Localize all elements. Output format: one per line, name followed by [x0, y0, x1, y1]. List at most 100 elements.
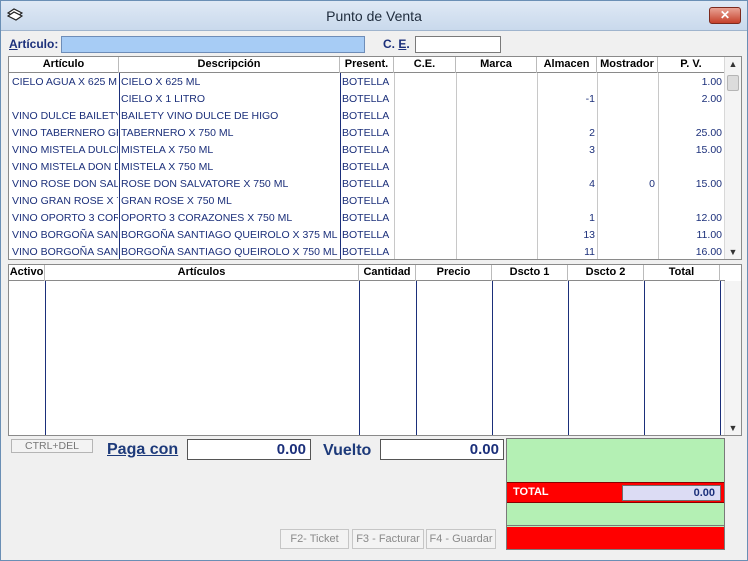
cell-ce: [396, 176, 454, 192]
cell-almacen: [539, 193, 595, 209]
cell-articulo: VINO BORGOÑA SAN: [12, 229, 118, 241]
table-row[interactable]: CIELO AGUA X 625 M CIELO X 625 ML BOTELLA 1…: [9, 73, 725, 90]
cell-marca: [458, 244, 535, 260]
status-strip: [507, 504, 724, 526]
col-activo[interactable]: Activo: [9, 265, 45, 281]
ce-input[interactable]: [415, 36, 501, 53]
table-row[interactable]: VINO TABERNERO GR TABERNERO X 750 ML BOTEL…: [9, 124, 725, 141]
guardar-button[interactable]: F4 - Guardar: [426, 529, 496, 549]
close-button[interactable]: ✕: [709, 7, 741, 24]
cell-pv: 1.00: [701, 76, 722, 88]
product-grid[interactable]: Artículo Descripción Present. C.E. Marca…: [8, 56, 742, 260]
cell-almacen: [539, 108, 595, 124]
scroll-thumb[interactable]: [727, 75, 739, 91]
cell-marca: [458, 159, 535, 175]
col-ce[interactable]: C.E.: [394, 57, 456, 73]
cell-present: BOTELLA: [342, 110, 390, 122]
table-row[interactable]: VINO BORGOÑA SAN BORGOÑA SANTIAGO QUEIROL…: [9, 226, 725, 243]
scroll-down-icon[interactable]: ▼: [725, 247, 741, 257]
table-row[interactable]: VINO DULCE BAILETY BAILETY VINO DULCE DE …: [9, 107, 725, 124]
cell-mostrador: [599, 108, 655, 124]
cell-almacen: [539, 159, 595, 175]
ticket-button[interactable]: F2- Ticket: [280, 529, 349, 549]
cell-descripcion: CIELO X 1 LITRO: [121, 93, 206, 105]
cell-almacen: 13: [583, 229, 595, 241]
cell-descripcion: MISTELA X 750 ML: [121, 161, 214, 173]
alert-strip: [507, 527, 724, 549]
col-dscto1[interactable]: Dscto 1: [492, 265, 568, 281]
cell-mostrador: [599, 125, 655, 141]
window-title: Punto de Venta: [326, 8, 422, 24]
col-articulos[interactable]: Artículos: [45, 265, 359, 281]
col-dscto2[interactable]: Dscto 2: [568, 265, 644, 281]
product-scrollbar[interactable]: ▲ ▼: [724, 57, 741, 259]
cell-articulo: VINO MISTELA DON D: [12, 161, 118, 173]
cell-pv: 16.00: [695, 246, 722, 258]
cell-marca: [458, 125, 535, 141]
title-bar[interactable]: Punto de Venta ✕: [1, 1, 747, 31]
col-divider: [568, 281, 569, 435]
cell-ce: [396, 108, 454, 124]
cell-articulo: VINO TABERNERO GR: [12, 127, 118, 139]
col-pv[interactable]: P. V.: [658, 57, 725, 73]
vuelto-label: Vuelto: [323, 442, 372, 459]
cart-scrollbar[interactable]: ▼: [724, 281, 741, 435]
table-row[interactable]: CIELO X 1 LITRO BOTELLA -1 2.00: [9, 90, 725, 107]
cell-mostrador: [599, 244, 655, 260]
col-mostrador[interactable]: Mostrador: [597, 57, 658, 73]
cell-descripcion: MISTELA X 750 ML: [121, 144, 214, 156]
cell-ce: [396, 74, 454, 90]
col-articulo[interactable]: Artículo: [9, 57, 119, 73]
cell-mostrador: 0: [649, 178, 655, 190]
cell-almacen: 4: [589, 178, 595, 190]
col-descripcion[interactable]: Descripción: [119, 57, 340, 73]
cell-articulo: VINO ROSE DON SAL: [12, 178, 118, 190]
pos-window: Punto de Venta ✕ Artículo: C. E. Artícul…: [0, 0, 748, 561]
paga-con-field[interactable]: 0.00: [187, 439, 311, 460]
cell-marca: [458, 74, 535, 90]
cell-present: BOTELLA: [342, 246, 390, 258]
cell-pv: 12.00: [695, 212, 722, 224]
cell-present: BOTELLA: [342, 76, 390, 88]
cell-mostrador: [599, 142, 655, 158]
col-cantidad[interactable]: Cantidad: [359, 265, 416, 281]
cell-almacen: 11: [584, 246, 595, 258]
table-row[interactable]: VINO OPORTO 3 COR OPORTO 3 CORAZONES X 75…: [9, 209, 725, 226]
cell-mostrador: [599, 210, 655, 226]
ctrl-del-button[interactable]: CTRL+DEL: [11, 439, 93, 453]
cell-almacen: -1: [585, 93, 595, 105]
col-present[interactable]: Present.: [340, 57, 394, 73]
col-precio[interactable]: Precio: [416, 265, 492, 281]
cart-grid[interactable]: Activo Artículos Cantidad Precio Dscto 1…: [8, 264, 742, 436]
col-almacen[interactable]: Almacen: [537, 57, 597, 73]
table-row[interactable]: VINO MISTELA DULCE MISTELA X 750 ML BOTELL…: [9, 141, 725, 158]
cell-pv: 11.00: [696, 229, 723, 241]
cell-mostrador: [599, 227, 655, 243]
table-row[interactable]: VINO ROSE DON SAL ROSE DON SALVATORE X 75…: [9, 175, 725, 192]
col-divider: [720, 281, 721, 435]
facturar-button[interactable]: F3 - Facturar: [352, 529, 424, 549]
articulo-label: Artículo:: [9, 37, 59, 51]
cell-descripcion: BORGOÑA SANTIAGO QUEIROLO X 750 ML: [121, 246, 338, 258]
col-divider: [416, 281, 417, 435]
scroll-down-icon[interactable]: ▼: [725, 423, 741, 433]
cell-articulo: CIELO AGUA X 625 M: [12, 76, 118, 88]
scroll-up-icon[interactable]: ▲: [725, 59, 741, 69]
articulo-input[interactable]: [61, 36, 365, 53]
cell-articulo: VINO MISTELA DULCE: [12, 144, 118, 156]
product-grid-header: Artículo Descripción Present. C.E. Marca…: [9, 57, 725, 73]
ce-label: C. E.: [383, 37, 410, 51]
close-icon[interactable]: ✕: [720, 8, 730, 22]
table-row[interactable]: VINO BORGOÑA SAN BORGOÑA SANTIAGO QUEIROL…: [9, 243, 725, 260]
cell-mostrador: [599, 159, 655, 175]
cell-articulo: VINO BORGOÑA SAN: [12, 246, 118, 258]
col-total[interactable]: Total: [644, 265, 720, 281]
cell-mostrador: [599, 193, 655, 209]
table-row[interactable]: VINO GRAN ROSE X 7 GRAN ROSE X 750 ML BOTE…: [9, 192, 725, 209]
paga-con-label: Paga con: [107, 441, 179, 458]
col-marca[interactable]: Marca: [456, 57, 537, 73]
cell-articulo: VINO DULCE BAILETY: [12, 110, 118, 122]
cell-present: BOTELLA: [342, 212, 390, 224]
table-row[interactable]: VINO MISTELA DON D MISTELA X 750 ML BOTELL…: [9, 158, 725, 175]
cell-articulo: VINO OPORTO 3 COR: [12, 212, 118, 224]
